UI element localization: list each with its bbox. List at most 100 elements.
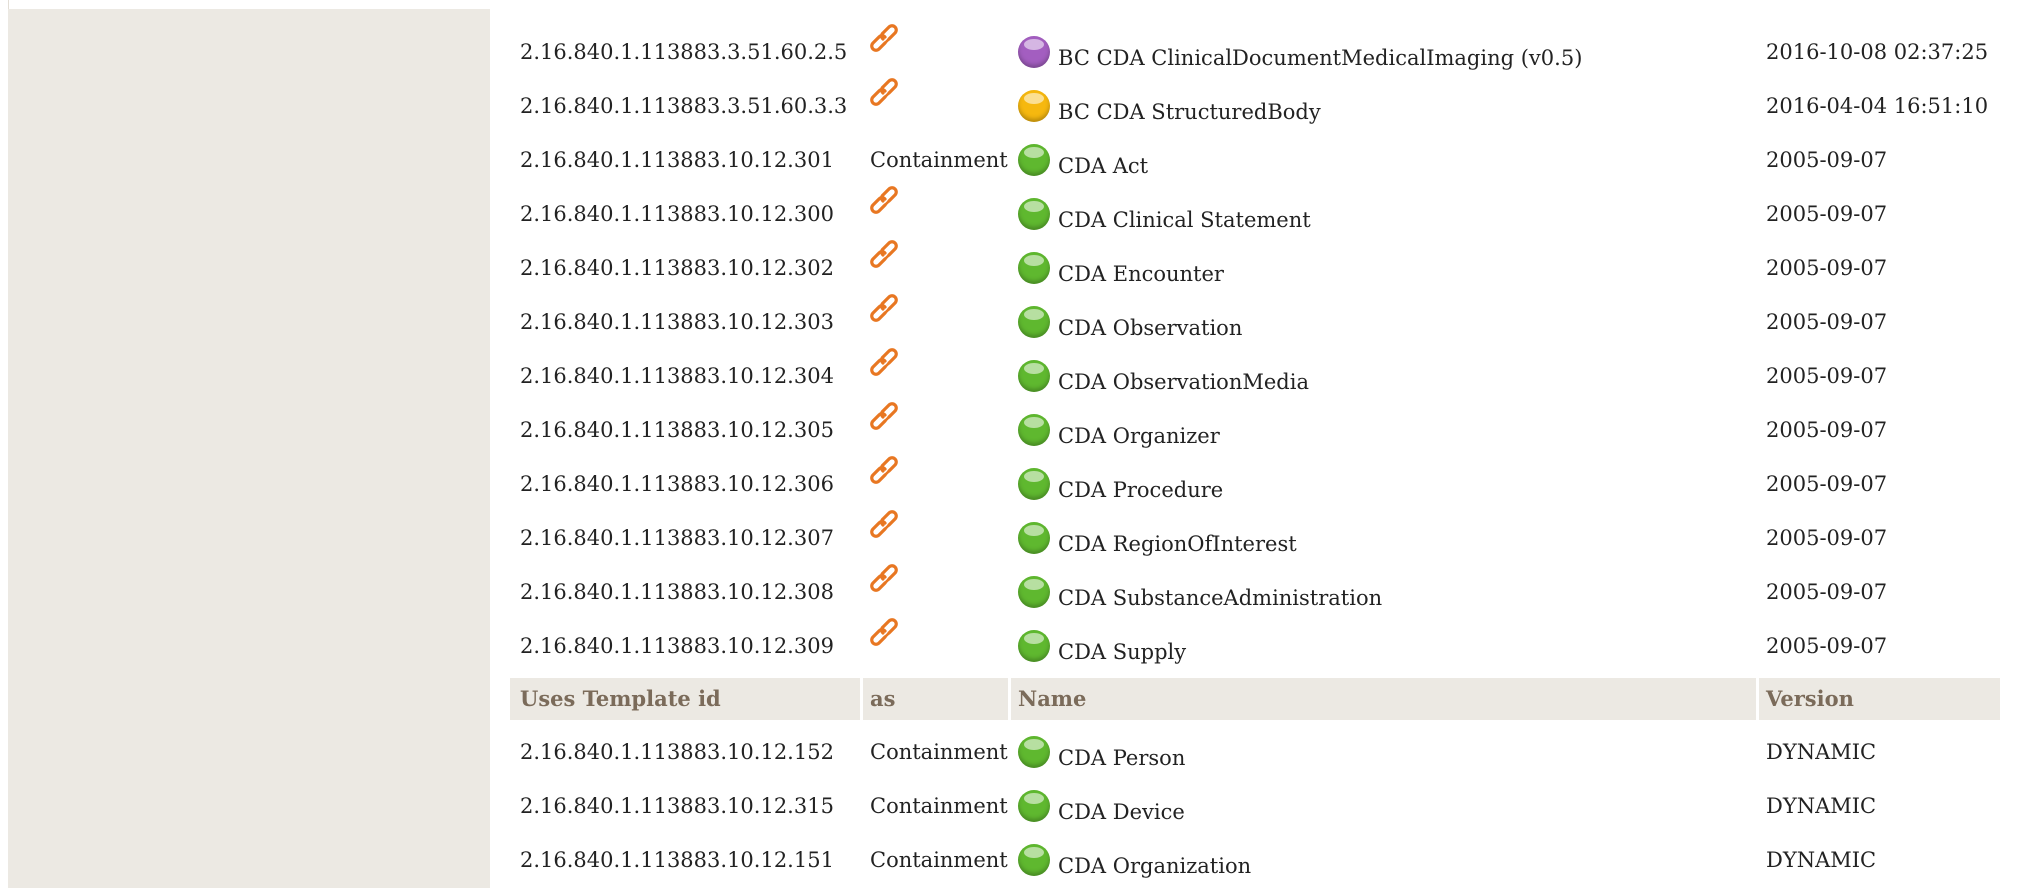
table-row: 2.16.840.1.113883.10.12.305 CDA Organizer…	[510, 402, 2000, 460]
template-version: 2016-10-08 02:37:25	[1766, 40, 1989, 64]
template-name-link[interactable]: CDA Device	[1018, 790, 1185, 825]
template-id: 2.16.840.1.113883.10.12.300	[520, 202, 834, 226]
template-name: CDA Organizer	[1058, 424, 1220, 448]
template-id: 2.16.840.1.113883.10.12.302	[520, 256, 834, 280]
status-green-icon	[1018, 360, 1050, 392]
header-name: Name	[1018, 686, 1087, 711]
template-version: DYNAMIC	[1766, 848, 1877, 872]
relationship-type: Containment	[870, 148, 1008, 172]
template-version: 2005-09-07	[1766, 634, 1888, 658]
link-icon[interactable]	[870, 510, 904, 544]
link-icon[interactable]	[870, 564, 904, 598]
status-green-icon	[1018, 414, 1050, 446]
link-icon[interactable]	[870, 78, 904, 112]
link-icon[interactable]	[870, 240, 904, 274]
status-green-icon	[1018, 630, 1050, 662]
link-icon[interactable]	[870, 186, 904, 220]
template-version: 2005-09-07	[1766, 202, 1888, 226]
uses-rows: 2.16.840.1.113883.10.12.152 Containment CD…	[510, 728, 2000, 890]
template-name: CDA Organization	[1058, 854, 1252, 878]
status-green-icon	[1018, 844, 1050, 876]
template-version: DYNAMIC	[1766, 740, 1877, 764]
header-separator	[1008, 678, 1011, 720]
template-name: BC CDA StructuredBody	[1058, 100, 1321, 124]
template-name-link[interactable]: CDA Act	[1018, 144, 1149, 179]
template-name: CDA Device	[1058, 800, 1185, 824]
template-name-link[interactable]: CDA SubstanceAdministration	[1018, 576, 1383, 611]
template-version: 2005-09-07	[1766, 310, 1888, 334]
template-name: CDA Clinical Statement	[1058, 208, 1311, 232]
template-id: 2.16.840.1.113883.10.12.306	[520, 472, 834, 496]
status-green-icon	[1018, 736, 1050, 768]
link-icon[interactable]	[870, 402, 904, 436]
template-version: 2005-09-07	[1766, 364, 1888, 388]
relationship-type: Containment	[870, 848, 1008, 872]
link-icon[interactable]	[870, 456, 904, 490]
uses-table-header: Uses Template id as Name Version	[510, 678, 2000, 720]
template-name: CDA RegionOfInterest	[1058, 532, 1297, 556]
table-row: 2.16.840.1.113883.10.12.303 CDA Observati…	[510, 294, 2000, 352]
table-row: 2.16.840.1.113883.10.12.304 CDA Observati…	[510, 348, 2000, 406]
template-name: CDA Act	[1058, 154, 1149, 178]
template-id: 2.16.840.1.113883.10.12.151	[520, 848, 834, 872]
template-name-link[interactable]: CDA Observation	[1018, 306, 1243, 341]
link-icon[interactable]	[870, 24, 904, 58]
template-name-link[interactable]: CDA Clinical Statement	[1018, 198, 1311, 233]
table-row: 2.16.840.1.113883.10.12.308 CDA Substance…	[510, 564, 2000, 622]
status-green-icon	[1018, 198, 1050, 230]
template-name-link[interactable]: CDA Organizer	[1018, 414, 1220, 449]
table-row: 2.16.840.1.113883.10.12.302 CDA Encounter…	[510, 240, 2000, 298]
table-row: 2.16.840.1.113883.10.12.315 Containment CD…	[510, 782, 2000, 836]
template-name: CDA Encounter	[1058, 262, 1224, 286]
table-row: 2.16.840.1.113883.3.51.60.3.3 BC CDA Stru…	[510, 78, 2000, 136]
table-row: 2.16.840.1.113883.10.12.309 CDA Supply 200…	[510, 618, 2000, 676]
table-row: 2.16.840.1.113883.10.12.300 CDA Clinical …	[510, 186, 2000, 244]
status-green-icon	[1018, 144, 1050, 176]
table-row: 2.16.840.1.113883.10.12.152 Containment CD…	[510, 728, 2000, 782]
link-icon[interactable]	[870, 618, 904, 652]
template-version: 2005-09-07	[1766, 418, 1888, 442]
header-as: as	[870, 686, 896, 711]
template-id: 2.16.840.1.113883.10.12.307	[520, 526, 834, 550]
template-version: 2005-09-07	[1766, 472, 1888, 496]
template-name-link[interactable]: CDA Organization	[1018, 844, 1252, 879]
template-id: 2.16.840.1.113883.10.12.304	[520, 364, 834, 388]
template-name-link[interactable]: BC CDA StructuredBody	[1018, 90, 1321, 125]
template-id: 2.16.840.1.113883.10.12.301	[520, 148, 834, 172]
table-row: 2.16.840.1.113883.10.12.151 Containment CD…	[510, 836, 2000, 890]
status-green-icon	[1018, 522, 1050, 554]
template-name: CDA Observation	[1058, 316, 1243, 340]
template-id: 2.16.840.1.113883.10.12.309	[520, 634, 834, 658]
template-name-link[interactable]: BC CDA ClinicalDocumentMedicalImaging (v…	[1018, 36, 1582, 71]
template-name-link[interactable]: CDA RegionOfInterest	[1018, 522, 1297, 557]
status-purple-icon	[1018, 36, 1050, 68]
link-icon[interactable]	[870, 294, 904, 328]
template-relationship-table: 2.16.840.1.113883.3.51.60.2.5 BC CDA Clin…	[510, 24, 2000, 890]
template-id: 2.16.840.1.113883.3.51.60.3.3	[520, 94, 848, 118]
status-green-icon	[1018, 576, 1050, 608]
template-version: DYNAMIC	[1766, 794, 1877, 818]
template-version: 2005-09-07	[1766, 148, 1888, 172]
status-green-icon	[1018, 306, 1050, 338]
status-yellow-icon	[1018, 90, 1050, 122]
template-version: 2005-09-07	[1766, 256, 1888, 280]
template-name-link[interactable]: CDA Encounter	[1018, 252, 1224, 287]
header-separator	[1756, 678, 1759, 720]
template-name-link[interactable]: CDA Person	[1018, 736, 1185, 771]
link-icon[interactable]	[870, 348, 904, 382]
status-green-icon	[1018, 252, 1050, 284]
template-version: 2005-09-07	[1766, 580, 1888, 604]
header-template-id: Uses Template id	[520, 686, 721, 711]
template-name: CDA Procedure	[1058, 478, 1224, 502]
template-id: 2.16.840.1.113883.10.12.152	[520, 740, 834, 764]
relationship-type: Containment	[870, 740, 1008, 764]
used-by-rows: 2.16.840.1.113883.3.51.60.2.5 BC CDA Clin…	[510, 24, 2000, 676]
template-name-link[interactable]: CDA ObservationMedia	[1018, 360, 1309, 395]
template-version: 2005-09-07	[1766, 526, 1888, 550]
table-row: 2.16.840.1.113883.10.12.301 Containment CD…	[510, 136, 2000, 190]
template-name-link[interactable]: CDA Procedure	[1018, 468, 1224, 503]
template-id: 2.16.840.1.113883.10.12.305	[520, 418, 834, 442]
template-name: CDA ObservationMedia	[1058, 370, 1309, 394]
template-name: CDA SubstanceAdministration	[1058, 586, 1383, 610]
template-name-link[interactable]: CDA Supply	[1018, 630, 1186, 665]
